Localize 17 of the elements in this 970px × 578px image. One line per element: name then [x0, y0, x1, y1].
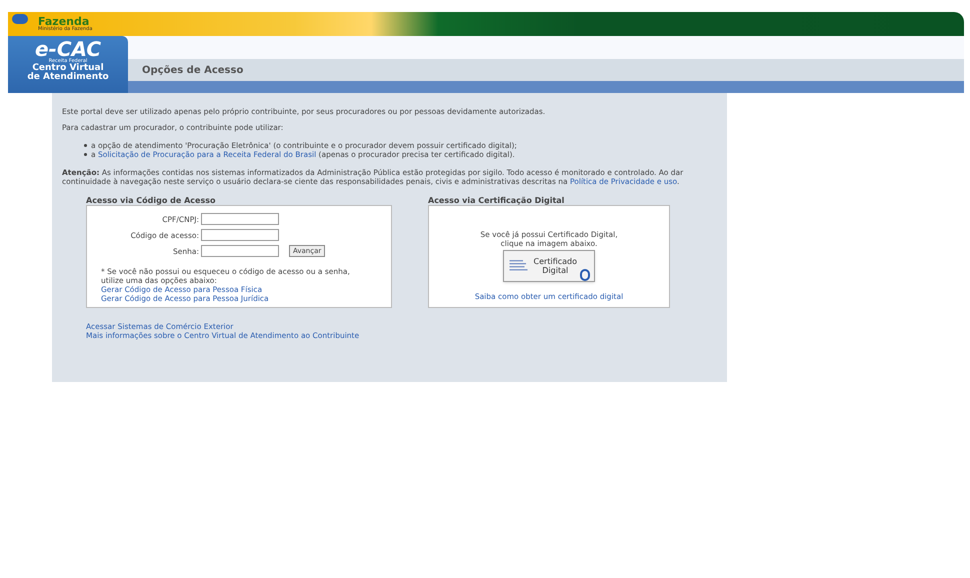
bullet-icon	[84, 144, 87, 147]
logo-title: e-CAC	[34, 39, 102, 59]
input-field[interactable]	[201, 245, 279, 257]
logo-subtitle: Centro Virtual	[32, 64, 104, 73]
bullet-icon	[84, 153, 87, 156]
certificate-label: Digital	[541, 266, 570, 275]
page-title: Opções de Acesso	[142, 64, 244, 78]
certificate-label: Certificado	[534, 257, 577, 266]
input-field[interactable]	[201, 213, 279, 225]
input-field[interactable]	[201, 229, 279, 241]
section-title: Acesso via Código de Acesso	[86, 196, 216, 205]
certificate-button[interactable]: Certificado Digital	[503, 250, 595, 282]
brand-name: Fazenda	[38, 16, 90, 27]
e-symbol-icon	[580, 269, 590, 281]
flag-icon	[12, 14, 28, 24]
logo-subtitle: de Atendimento	[27, 73, 109, 82]
section-title: Acesso via Certificação Digital	[428, 196, 566, 205]
